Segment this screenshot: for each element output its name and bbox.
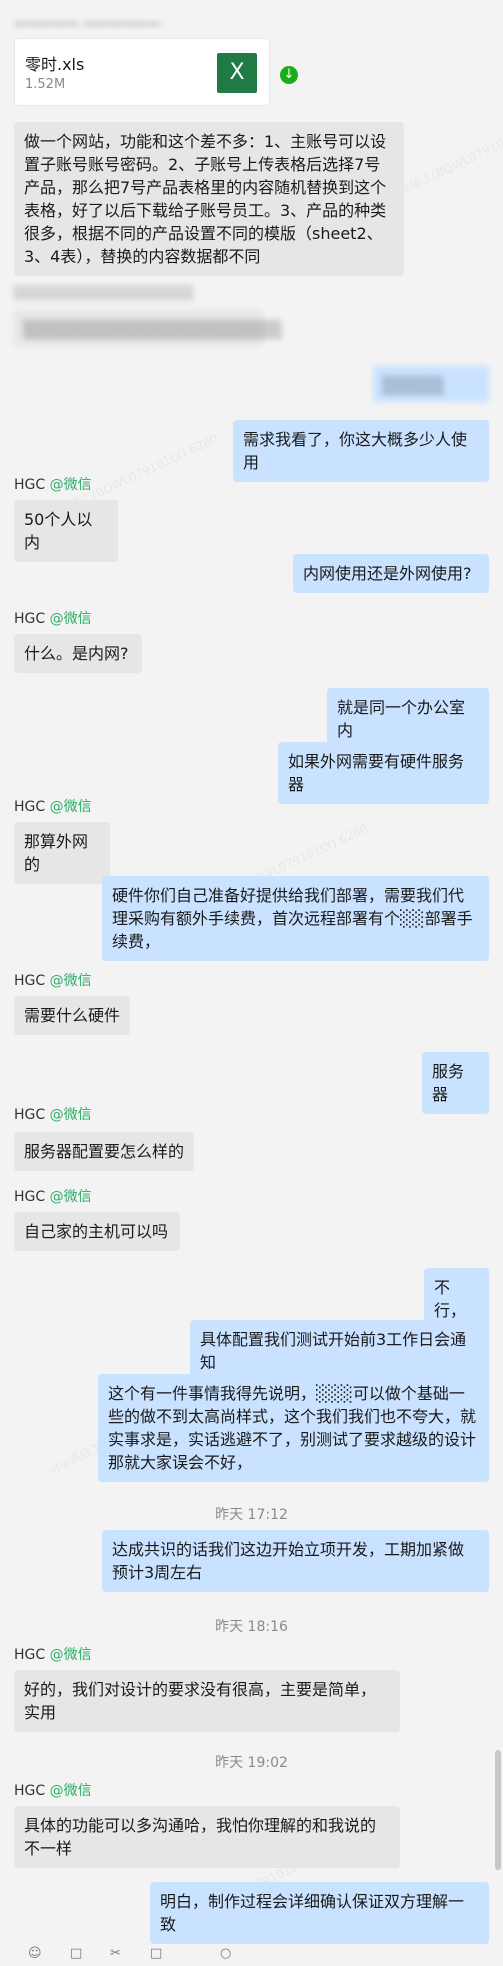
sender-name: HGC [14, 611, 46, 627]
sender-name: HGC [14, 1189, 46, 1205]
sender-label: HGC @微信 [14, 796, 92, 816]
screenshot-icon[interactable]: ✂ [110, 1946, 121, 1961]
sender-name: HGC [14, 477, 46, 493]
sender-source: @微信 [49, 611, 92, 627]
more-icon[interactable]: ○ [220, 1946, 231, 1961]
message-right: 达成共识的话我们这边开始立项开发，工期加紧做预计3周左右 [102, 1530, 489, 1592]
message-left: 需要什么硬件 [14, 996, 130, 1035]
message-right: 硬件你们自己准备好提供给我们部署，需要我们代理采购有额外手续费，首次远程部署有个… [102, 876, 489, 961]
message-left: 那算外网的 [14, 822, 110, 884]
message-right: 需求我看了，你这大概多少人使用 [233, 420, 489, 482]
sender-source: @微信 [49, 1783, 92, 1799]
message-left: 自己家的主机可以吗 [14, 1212, 180, 1251]
sender-label: HGC @微信 [14, 1186, 92, 1206]
message-right: 具体配置我们测试开始前3工作日会通知 [190, 1320, 489, 1382]
blurred-message: ░░░░░ [373, 366, 489, 402]
message-right: 这个有一件事情我得先说明，░░░可以做个基础一些的做不到太高尚样式，这个我们我们… [98, 1374, 489, 1482]
timestamp: 昨天 19:02 [215, 1755, 288, 1771]
sender-name: HGC [14, 1783, 46, 1799]
file-size: 1.52M [25, 77, 66, 92]
chat-icon[interactable]: □ [150, 1946, 162, 1961]
excel-file-icon: X [217, 53, 257, 93]
sender-source: @微信 [49, 973, 92, 989]
message-left: 什么。是内网? [14, 634, 142, 673]
input-toolbar: ☺ □ ✂ □ ○ [0, 1944, 503, 1966]
download-icon[interactable]: ↓ [280, 66, 298, 84]
sender-name: HGC [14, 973, 46, 989]
message-right: 服务器 [422, 1052, 489, 1114]
folder-icon[interactable]: □ [70, 1946, 82, 1961]
blurred-sender: 一一一一一 一一一一一一 [14, 18, 162, 33]
sender-source: @微信 [49, 799, 92, 815]
sender-source: @微信 [49, 1107, 92, 1123]
message-left: 具体的功能可以多沟通哈，我怕你理解的和我说的不一样 [14, 1806, 400, 1868]
sender-name: HGC [14, 1647, 46, 1663]
message-right: 就是同一个办公室内 [327, 688, 489, 750]
emoji-icon[interactable]: ☺ [28, 1946, 42, 1961]
sender-label: HGC @微信 [14, 1644, 92, 1664]
scrollbar[interactable] [495, 1750, 501, 1870]
blurred-message: ░░░░░░░░░░░░░░░░░░░░░ [14, 310, 282, 346]
sender-label: HGC @微信 [14, 1780, 92, 1800]
sender-label: HGC @微信 [14, 970, 92, 990]
message-left: 好的，我们对设计的要求没有很高，主要是简单，实用 [14, 1670, 400, 1732]
sender-label: HGC @微信 [14, 608, 92, 628]
timestamp: 昨天 18:16 [215, 1619, 288, 1635]
file-name: 零时.xls [25, 55, 85, 74]
sender-name: HGC [14, 799, 46, 815]
blurred-sender: ░░░░░░░░░░░░░░░░░░ [14, 286, 194, 301]
message-right: 内网使用还是外网使用? [293, 554, 489, 593]
sender-source: @微信 [49, 477, 92, 493]
sender-source: @微信 [49, 1647, 92, 1663]
file-attachment[interactable]: 零时.xls 1.52M X [14, 38, 270, 106]
sender-source: @微信 [49, 1189, 92, 1205]
message-left: 服务器配置要怎么样的 [14, 1132, 194, 1171]
sender-label: HGC @微信 [14, 474, 92, 494]
message-right: 如果外网需要有硬件服务器 [278, 742, 489, 804]
sender-name: HGC [14, 1107, 46, 1123]
message-left: 50个人以内 [14, 500, 118, 562]
message-left: 做一个网站，功能和这个差不多：1、主账号可以设置子账号账号密码。2、子账号上传表… [14, 122, 404, 276]
timestamp: 昨天 17:12 [215, 1507, 288, 1523]
message-right: 明白，制作过程会详细确认保证双方理解一致 [150, 1882, 489, 1944]
sender-label: HGC @微信 [14, 1104, 92, 1124]
